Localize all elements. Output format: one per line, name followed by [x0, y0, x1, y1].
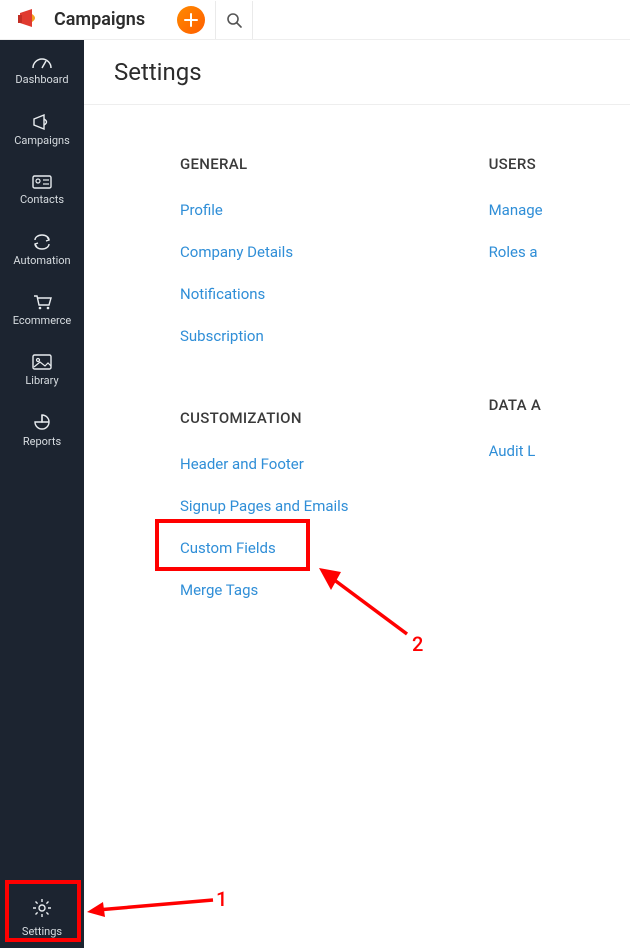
section-customization-title: CUSTOMIZATION — [180, 409, 349, 427]
image-icon — [32, 354, 52, 370]
link-profile[interactable]: Profile — [180, 201, 349, 219]
sidebar-item-contacts[interactable]: Contacts — [0, 160, 84, 220]
sidebar-item-dashboard[interactable]: Dashboard — [0, 40, 84, 100]
sidebar-item-label: Ecommerce — [13, 314, 72, 327]
sidebar: Dashboard Campaigns Contacts Automation … — [0, 40, 84, 948]
sidebar-item-automation[interactable]: Automation — [0, 220, 84, 280]
sync-icon — [32, 234, 52, 250]
link-notifications[interactable]: Notifications — [180, 285, 349, 303]
sidebar-item-label: Campaigns — [14, 134, 70, 147]
sidebar-item-label: Reports — [23, 435, 61, 448]
id-card-icon — [32, 175, 52, 189]
sidebar-item-label: Contacts — [20, 193, 64, 206]
link-subscription[interactable]: Subscription — [180, 327, 349, 345]
link-manage[interactable]: Manage — [489, 201, 543, 219]
section-general-title: GENERAL — [180, 155, 349, 173]
link-company-details[interactable]: Company Details — [180, 243, 349, 261]
sidebar-item-reports[interactable]: Reports — [0, 400, 84, 460]
section-data-title: DATA A — [489, 396, 543, 414]
sidebar-item-settings[interactable]: Settings — [0, 888, 84, 948]
top-actions — [177, 1, 253, 39]
megaphone-icon — [18, 9, 44, 31]
topbar: Campaigns — [0, 0, 630, 40]
megaphone-icon — [32, 114, 52, 130]
pie-chart-icon — [33, 413, 51, 431]
sidebar-item-campaigns[interactable]: Campaigns — [0, 100, 84, 160]
content-area: Settings GENERAL Profile Company Details… — [84, 40, 630, 948]
link-roles[interactable]: Roles a — [489, 243, 543, 261]
sidebar-item-library[interactable]: Library — [0, 340, 84, 400]
page-title: Settings — [84, 40, 630, 105]
search-button[interactable] — [215, 1, 253, 39]
sidebar-item-label: Settings — [22, 925, 62, 938]
link-header-footer[interactable]: Header and Footer — [180, 455, 349, 473]
cart-icon — [32, 294, 52, 310]
settings-body: GENERAL Profile Company Details Notifica… — [84, 105, 630, 623]
link-signup-pages[interactable]: Signup Pages and Emails — [180, 497, 349, 515]
app-title: Campaigns — [54, 9, 145, 30]
link-custom-fields[interactable]: Custom Fields — [180, 539, 349, 557]
link-audit[interactable]: Audit L — [489, 442, 543, 460]
app-logo-block[interactable]: Campaigns — [18, 9, 145, 31]
section-users-title: USERS — [489, 155, 543, 173]
add-button[interactable] — [177, 6, 205, 34]
sidebar-item-ecommerce[interactable]: Ecommerce — [0, 280, 84, 340]
settings-col-1: GENERAL Profile Company Details Notifica… — [180, 155, 349, 623]
settings-col-2: USERS Manage Roles a DATA A Audit L — [489, 155, 543, 623]
link-merge-tags[interactable]: Merge Tags — [180, 581, 349, 599]
sidebar-item-label: Library — [25, 374, 58, 387]
gauge-icon — [31, 55, 53, 69]
sidebar-item-label: Automation — [13, 254, 70, 267]
sidebar-item-label: Dashboard — [15, 73, 68, 86]
gear-icon — [32, 898, 52, 922]
